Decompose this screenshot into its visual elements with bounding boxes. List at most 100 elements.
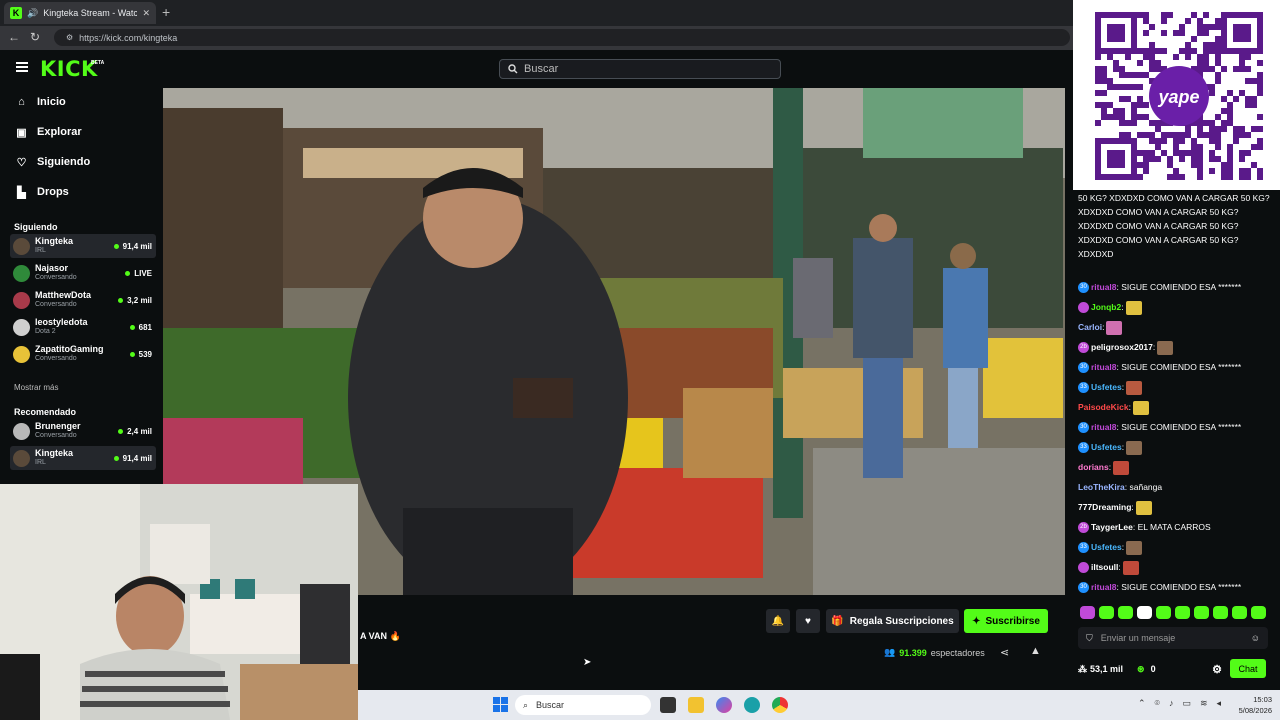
chat-username[interactable]: Usfetes: [1091, 542, 1122, 552]
bell-icon: 🔔: [771, 615, 785, 627]
chat-username[interactable]: ritual8: [1091, 362, 1117, 372]
chat-username[interactable]: dorians: [1078, 462, 1109, 472]
menu-icon[interactable]: [16, 62, 28, 72]
chat-message: 30 ritual8: SIGUE COMIENDO ESA *******: [1078, 580, 1276, 594]
nav-siguiendo[interactable]: ♡ Siguiendo: [16, 156, 91, 169]
chat-text: : SIGUE COMIENDO ESA *******: [1116, 582, 1242, 592]
chat-message: 30 ritual8: SIGUE COMIENDO ESA *******: [1078, 420, 1276, 434]
channel-name: leostyledota: [35, 317, 88, 327]
emote-icon[interactable]: [1175, 606, 1190, 619]
speaker-icon[interactable]: 🔊: [27, 8, 38, 19]
chat-send-button[interactable]: Chat: [1230, 659, 1266, 678]
following-channel[interactable]: MatthewDota Conversando 3,2 mil: [10, 288, 156, 312]
emote-icon[interactable]: [1251, 606, 1266, 619]
chat-username[interactable]: ritual8: [1091, 582, 1117, 592]
monitor-icon[interactable]: ▭: [1182, 698, 1191, 709]
reload-icon[interactable]: ↻: [30, 30, 40, 44]
chat-username[interactable]: ritual8: [1091, 422, 1117, 432]
emote-icon[interactable]: [1137, 606, 1152, 619]
notifications-button[interactable]: 🔔: [766, 609, 790, 633]
emote-icon: [1113, 460, 1130, 475]
emoji-icon[interactable]: ☺: [1251, 633, 1260, 643]
chat-username[interactable]: LeoTheKira: [1078, 482, 1125, 492]
kick-logo[interactable]: KICK: [40, 57, 98, 81]
taskbar-search[interactable]: ⌕ Buscar: [515, 695, 651, 715]
emote-icon[interactable]: [1194, 606, 1209, 619]
live-viewers: 91,4 mil: [113, 454, 156, 463]
chat-text: :: [1152, 342, 1156, 352]
chat-username[interactable]: Carloi: [1078, 322, 1102, 332]
yape-logo: yape: [1157, 87, 1199, 107]
emote-icon[interactable]: [1099, 606, 1114, 619]
follow-button[interactable]: ♥: [796, 609, 820, 633]
url-field[interactable]: ⚙ https://kick.com/kingteka: [54, 29, 1070, 46]
live-viewers: 539: [129, 350, 156, 359]
settings-icon[interactable]: ⚙: [1212, 663, 1222, 676]
live-viewers: 3,2 mil: [118, 296, 156, 305]
chat-text: : SIGUE COMIENDO ESA *******: [1116, 362, 1242, 372]
emote-icon: [1135, 500, 1152, 515]
browser-tab[interactable]: K 🔊 Kingteka Stream - Watch Live ✕: [4, 2, 156, 24]
following-channel[interactable]: ZapatitoGaming Conversando 539: [10, 342, 156, 366]
channel-name: Brunenger: [35, 421, 81, 431]
share-icon[interactable]: ⋖: [1000, 646, 1009, 659]
system-tray: ⌃ ⌾ ♪ ▭ ≋ ◂: [1138, 698, 1221, 709]
chat-username[interactable]: ritual8: [1091, 282, 1117, 292]
chat-username[interactable]: iltsoull: [1091, 562, 1118, 572]
taskbar-clock[interactable]: 15:03 5/08/2026: [1230, 694, 1272, 716]
wifi-icon[interactable]: ≋: [1200, 698, 1208, 709]
chat-username[interactable]: peligrosox2017: [1091, 342, 1153, 352]
chat-username[interactable]: TaygerLee: [1091, 522, 1133, 532]
recommended-channel[interactable]: Brunenger Conversando 2,4 mil: [10, 419, 156, 443]
nav-explorar[interactable]: ▣ Explorar: [16, 126, 81, 139]
subscribe-button[interactable]: ✦ Suscribirse: [964, 609, 1048, 633]
emote-icon[interactable]: [1080, 606, 1095, 619]
emote-icon[interactable]: [1118, 606, 1133, 619]
nav-label: Siguiendo: [37, 156, 91, 168]
chrome-icon[interactable]: [772, 697, 788, 713]
site-info-icon[interactable]: ⚙: [66, 33, 73, 42]
chat-username[interactable]: PaisodeKick: [1078, 402, 1129, 412]
file-explorer-icon[interactable]: [688, 697, 704, 713]
nav-drops[interactable]: ▙ Drops: [16, 186, 69, 199]
close-tab-icon[interactable]: ✕: [142, 8, 150, 19]
chat-username[interactable]: Usfetes: [1091, 442, 1122, 452]
back-icon[interactable]: ←: [8, 30, 20, 44]
following-channel[interactable]: Kingteka IRL 91,4 mil: [10, 234, 156, 258]
chat-username[interactable]: Usfetes: [1091, 382, 1122, 392]
chat-message: 33 Usfetes:: [1078, 540, 1276, 555]
copilot-icon[interactable]: [716, 697, 732, 713]
mic-icon[interactable]: ♪: [1169, 698, 1174, 709]
coin-icon: ⊛: [1137, 663, 1145, 674]
windows-start-icon[interactable]: [493, 697, 508, 712]
emote-icon[interactable]: [1213, 606, 1228, 619]
chevron-up-icon[interactable]: ⌃: [1138, 698, 1146, 709]
channel-category: Conversando: [35, 355, 77, 362]
volume-icon[interactable]: ◂: [1217, 698, 1222, 709]
new-tab-icon[interactable]: +: [162, 4, 170, 20]
emote-icon[interactable]: [1232, 606, 1247, 619]
chat-text: :: [1118, 562, 1121, 572]
search-input[interactable]: Buscar: [499, 59, 781, 79]
nav-inicio[interactable]: ⌂ Inicio: [16, 96, 66, 108]
avatar: [13, 345, 30, 363]
report-icon[interactable]: ▲: [1030, 645, 1041, 657]
mouse-cursor-icon: ➤: [583, 657, 592, 668]
edge-icon[interactable]: [744, 697, 760, 713]
show-more-link[interactable]: Mostrar más: [14, 383, 58, 392]
kick-favicon-icon: K: [10, 7, 22, 19]
emote-icon[interactable]: [1156, 606, 1171, 619]
chat-username[interactable]: Jonqb2: [1091, 302, 1121, 312]
heart-icon: ♥: [805, 615, 811, 627]
chat-input[interactable]: ⛉ Enviar un mensaje ☺: [1078, 627, 1268, 649]
viewers-number: 91.399: [899, 647, 927, 658]
chat-text: : EL MATA CARROS: [1132, 522, 1211, 532]
following-channel[interactable]: leostyledota Dota 2 681: [10, 315, 156, 339]
chat-message: 33 Usfetes:: [1078, 440, 1276, 455]
task-view-icon[interactable]: [660, 697, 676, 713]
following-channel[interactable]: Najasor Conversando LIVE: [10, 261, 156, 285]
chat-username[interactable]: 777Dreaming: [1078, 502, 1131, 512]
gift-subs-button[interactable]: 🎁 Regala Suscripciones: [826, 609, 959, 633]
recommended-channel[interactable]: Kingteka IRL 91,4 mil: [10, 446, 156, 470]
network-icon[interactable]: ⌾: [1155, 698, 1160, 709]
